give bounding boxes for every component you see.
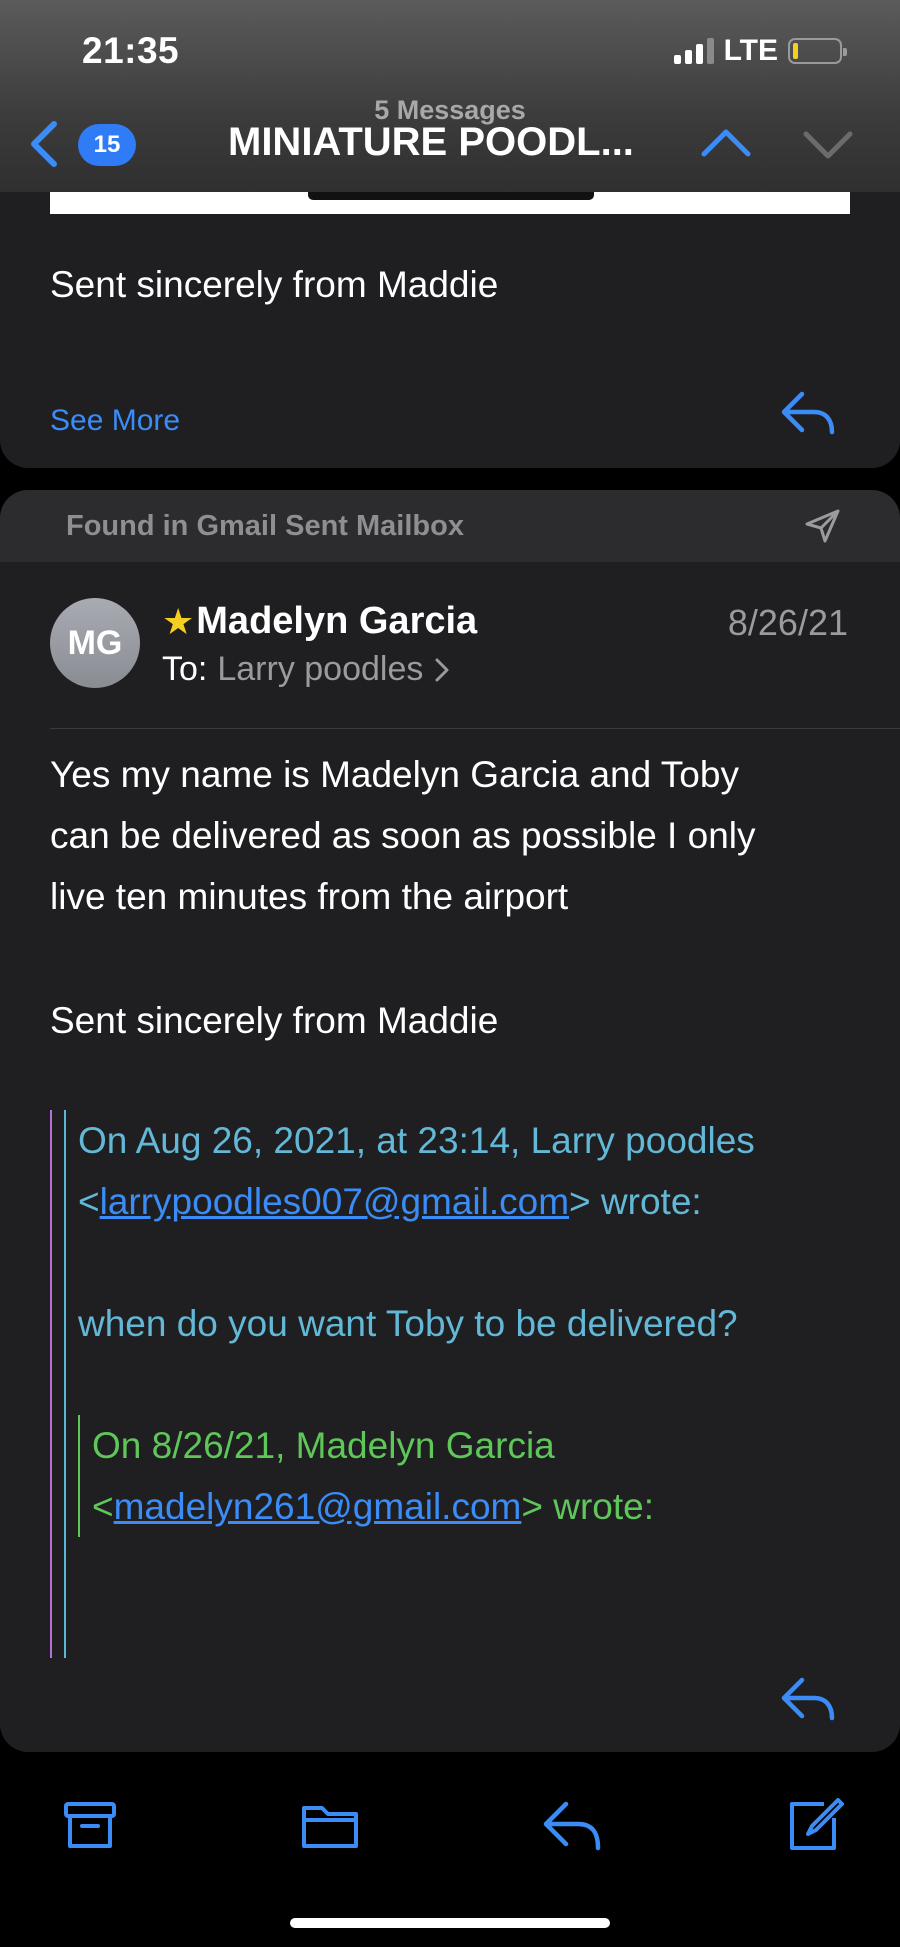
to-label: To: xyxy=(162,650,208,688)
recipient-row[interactable]: To: Larry poodles xyxy=(162,650,451,689)
next-message-chevron-icon[interactable] xyxy=(800,126,856,162)
status-time: 21:35 xyxy=(82,30,180,71)
nested-quote-header-line: On 8/26/21, Madelyn Garcia xyxy=(92,1425,555,1466)
reply-icon[interactable] xyxy=(780,1676,836,1722)
previous-message-chevron-icon[interactable] xyxy=(698,124,754,160)
message-date: 8/26/21 xyxy=(727,602,848,643)
body-line: can be delivered as soon as possible I o… xyxy=(50,815,756,856)
quoted-reply-content: On Aug 26, 2021, at 23:14, Larry poodles… xyxy=(64,1110,844,1658)
quote-email-link[interactable]: larrypoodles007@gmail.com xyxy=(100,1181,569,1222)
quote-header-line: On Aug 26, 2021, at 23:14, Larry poodles xyxy=(78,1120,755,1161)
reply-icon[interactable] xyxy=(780,390,836,436)
attached-image[interactable] xyxy=(50,192,850,214)
quote-header: On Aug 26, 2021, at 23:14, Larry poodles… xyxy=(78,1110,844,1232)
battery-icon xyxy=(788,38,847,64)
see-more-link[interactable]: See More xyxy=(50,404,180,438)
previous-message-card: Sent sincerely from Maddie See More xyxy=(0,192,900,468)
recipient-name[interactable]: Larry poodles xyxy=(217,650,423,689)
header-divider xyxy=(50,728,900,729)
network-type: LTE xyxy=(723,34,778,67)
navigation-header: 21:35 LTE 15 5 Messages MINIATURE POODL.… xyxy=(0,0,900,192)
body-line: Yes my name is Madelyn Garcia and Toby xyxy=(50,754,739,795)
compose-icon[interactable] xyxy=(784,1798,844,1852)
sender-name[interactable]: Madelyn Garcia xyxy=(196,600,477,643)
nested-quote-header: On 8/26/21, Madelyn Garcia <madelyn261@g… xyxy=(92,1415,844,1537)
quoted-reply: On Aug 26, 2021, at 23:14, Larry poodles… xyxy=(50,1110,850,1658)
reply-icon[interactable] xyxy=(542,1798,602,1852)
quote-header-email-line: <larrypoodles007@gmail.com> wrote: xyxy=(78,1171,844,1232)
avatar: MG xyxy=(50,598,140,688)
home-indicator[interactable] xyxy=(290,1918,610,1928)
angle-open: < xyxy=(92,1486,114,1527)
previous-signature: Sent sincerely from Maddie xyxy=(50,264,499,305)
angle-close: > wrote: xyxy=(569,1181,702,1222)
angle-close: > wrote: xyxy=(521,1486,655,1527)
status-indicators: LTE xyxy=(673,34,847,68)
message-signature: Sent sincerely from Maddie xyxy=(50,1000,499,1041)
mailbox-banner: Found in Gmail Sent Mailbox xyxy=(0,490,900,562)
sender-row[interactable]: ★ Madelyn Garcia xyxy=(162,600,477,643)
nested-quote: On 8/26/21, Madelyn Garcia <madelyn261@g… xyxy=(78,1415,844,1537)
mailbox-banner-text: Found in Gmail Sent Mailbox xyxy=(66,510,464,542)
angle-open: < xyxy=(78,1181,100,1222)
star-icon: ★ xyxy=(162,600,195,642)
archive-icon[interactable] xyxy=(60,1798,120,1852)
thread-title: MINIATURE POODL... xyxy=(228,120,634,164)
message-body: Yes my name is Madelyn Garcia and Toby c… xyxy=(50,744,860,927)
nested-quote-email-link[interactable]: madelyn261@gmail.com xyxy=(114,1486,522,1527)
sent-mailbox-icon xyxy=(805,509,840,543)
nested-quote-email-line: <madelyn261@gmail.com> wrote: xyxy=(92,1476,844,1537)
folder-icon[interactable] xyxy=(300,1798,360,1852)
chevron-right-icon[interactable] xyxy=(433,656,451,684)
message-card: MG ★ Madelyn Garcia 8/26/21 To: Larry po… xyxy=(0,562,900,1752)
body-line: live ten minutes from the airport xyxy=(50,876,569,917)
quote-text: when do you want Toby to be delivered? xyxy=(78,1303,738,1344)
unread-count-badge[interactable]: 15 xyxy=(78,124,136,166)
signal-icon xyxy=(673,38,714,64)
